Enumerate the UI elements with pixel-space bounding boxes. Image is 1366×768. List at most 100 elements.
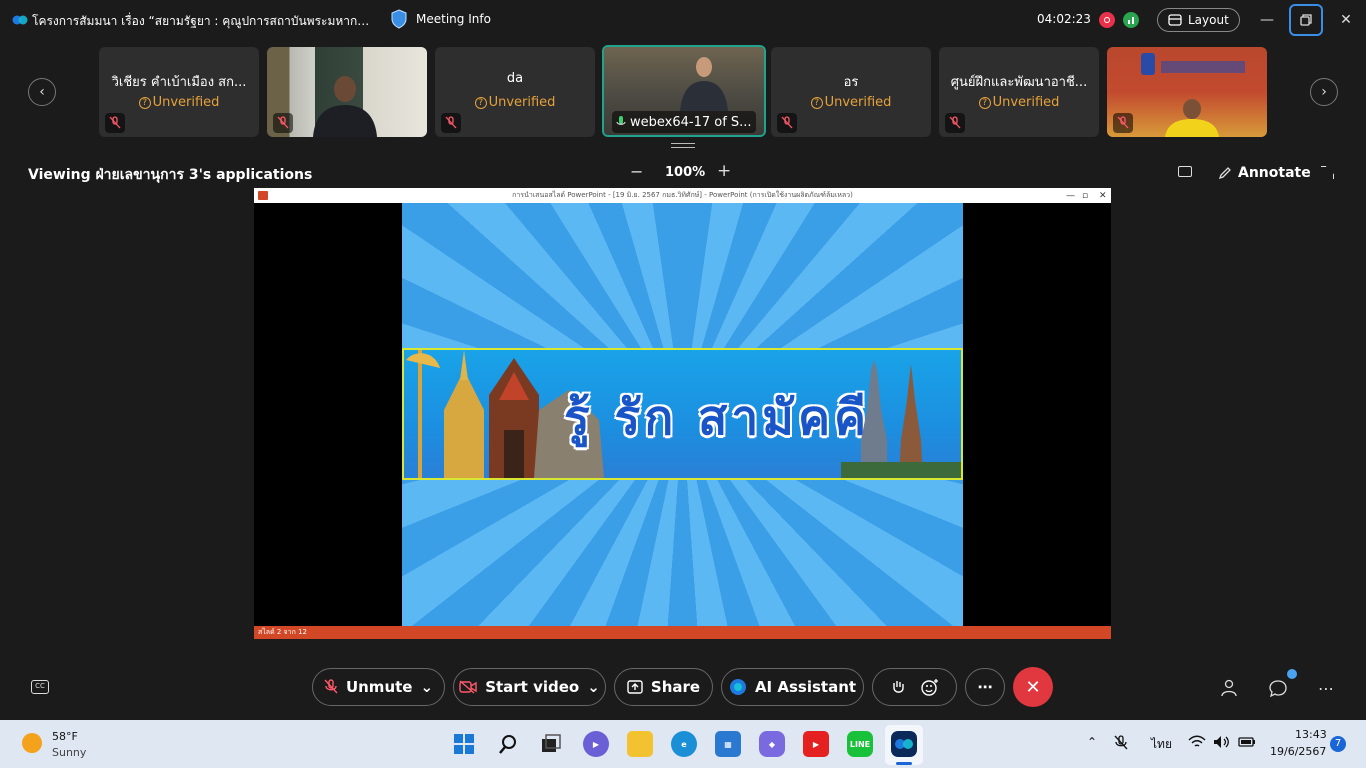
participant-video-person [1141, 53, 1245, 137]
shared-restore-icon: ▫ [1082, 191, 1089, 201]
zoom-in-button[interactable]: + [717, 161, 731, 181]
copilot-icon[interactable]: ◆ [759, 731, 785, 757]
line-app-icon[interactable]: LINE [847, 731, 873, 757]
fullscreen-icon[interactable] [1321, 166, 1334, 179]
battery-icon[interactable] [1238, 735, 1256, 752]
zoom-level: 100% [665, 165, 706, 180]
participant-video-tile[interactable] [1107, 47, 1267, 137]
active-app-indicator [896, 762, 912, 765]
title-bar: โครงการสัมมนา เรื่อง “สยามรัฐยา : คุณูปก… [0, 0, 1366, 40]
screen-options-icon[interactable] [1178, 166, 1192, 177]
webex-taskbar-icon[interactable] [891, 731, 917, 757]
participant-tile[interactable]: วิเชียร คำเบ้าเมือง สก... ? Unverified [99, 47, 259, 137]
reactions-icon[interactable] [920, 678, 939, 696]
slide-banner: รู้ รัก สามัคคี [402, 348, 963, 480]
chat-icon[interactable] [1268, 678, 1288, 698]
wifi-icon[interactable] [1188, 735, 1206, 752]
chevron-down-icon[interactable]: ⌄ [587, 678, 600, 696]
show-hidden-icons-chevron-icon[interactable]: ⌃ [1087, 735, 1097, 749]
teams-chat-icon[interactable]: ▶ [583, 731, 609, 757]
sun-icon[interactable] [22, 733, 42, 753]
participant-tile[interactable]: da ? Unverified [435, 47, 595, 137]
reactions-group [872, 668, 957, 706]
pagoda-illustration [841, 360, 961, 478]
chat-notification-dot [1287, 669, 1297, 679]
participant-tile[interactable]: อร ? Unverified [771, 47, 931, 137]
question-icon: ? [138, 96, 151, 109]
participant-name: อร [843, 75, 859, 90]
shared-minimize-icon: — [1066, 191, 1075, 201]
store-icon[interactable]: ▦ [715, 731, 741, 757]
more-options-button[interactable]: ⋯ [965, 668, 1005, 706]
mic-muted-tray-icon[interactable] [1114, 735, 1128, 754]
mic-icon [616, 116, 626, 125]
slide-status-bar: สไลด์ 2 จาก 12 [254, 626, 1111, 639]
muted-mic-icon [945, 113, 965, 133]
meeting-title: โครงการสัมมนา เรื่อง “สยามรัฐยา : คุณูปก… [32, 14, 372, 28]
minimize-button[interactable]: — [1255, 8, 1279, 32]
ai-assistant-button[interactable]: AI Assistant [721, 668, 864, 706]
closed-captions-button[interactable]: CC [31, 680, 49, 694]
start-icon[interactable] [451, 731, 477, 757]
speaker-name-overlay: webex64-17 of S... [612, 111, 756, 133]
notification-badge[interactable]: 7 [1330, 736, 1346, 752]
start-video-button[interactable]: Start video ⌄ [453, 668, 606, 706]
edge-browser-icon[interactable]: e [671, 731, 697, 757]
participant-video-tile[interactable] [267, 47, 427, 137]
task-view-icon[interactable] [538, 731, 564, 757]
viewing-label: Viewing ฝ่ายเลขานุการ 3's applications [28, 167, 313, 183]
unmute-button[interactable]: Unmute ⌄ [312, 668, 445, 706]
video-off-icon [459, 680, 477, 694]
network-health-icon[interactable] [1123, 12, 1139, 28]
end-call-button[interactable]: ✕ [1013, 667, 1053, 707]
chevron-down-icon[interactable]: ⌄ [420, 678, 433, 696]
participant-name: ศูนย์ฝึกและพัฒนาอาชี... [950, 75, 1088, 90]
annotate-button[interactable]: Annotate [1218, 165, 1311, 181]
weather-temperature[interactable]: 58°F [52, 730, 78, 743]
question-icon: ? [810, 96, 823, 109]
restore-icon [1300, 14, 1312, 26]
muted-mic-icon [105, 113, 125, 133]
next-participants-button[interactable]: › [1310, 78, 1338, 106]
verification-status: ? Unverified [99, 95, 259, 110]
resize-handle[interactable] [671, 143, 695, 148]
close-window-button[interactable]: ✕ [1334, 8, 1358, 32]
participant-video-person [313, 76, 377, 137]
active-speaker-tile[interactable]: webex64-17 of S... [602, 45, 766, 137]
share-button[interactable]: Share [614, 668, 713, 706]
zoom-out-button[interactable]: − [630, 162, 643, 181]
pen-icon [1218, 167, 1231, 180]
file-explorer-icon[interactable] [627, 731, 653, 757]
webex-logo-icon [12, 15, 28, 25]
question-icon: ? [978, 96, 991, 109]
participant-name: da [506, 71, 524, 86]
verification-status: ? Unverified [435, 95, 595, 110]
previous-participants-button[interactable]: ‹ [28, 78, 56, 106]
raise-hand-icon[interactable] [891, 679, 905, 695]
meeting-info-button[interactable]: Meeting Info [390, 9, 491, 29]
participant-tile[interactable]: ศูนย์ฝึกและพัฒนาอาชี... ? Unverified [939, 47, 1099, 137]
ai-assistant-icon [729, 679, 746, 695]
weather-condition[interactable]: Sunny [52, 746, 86, 759]
meeting-info-label: Meeting Info [416, 12, 491, 26]
clock-date[interactable]: 19/6/2567 [1270, 745, 1326, 758]
shield-icon [391, 9, 407, 29]
muted-mic-icon [324, 679, 338, 694]
meeting-timer: 04:02:23 [1037, 12, 1091, 26]
layout-button[interactable]: Layout [1157, 8, 1240, 32]
layout-icon [1168, 14, 1182, 26]
search-icon[interactable] [495, 731, 521, 757]
participant-video-person [680, 57, 728, 111]
verification-status: ? Unverified [939, 95, 1099, 110]
more-panels-icon[interactable]: ⋯ [1316, 678, 1336, 698]
clock-time[interactable]: 13:43 [1295, 728, 1327, 741]
layout-label: Layout [1188, 13, 1229, 27]
shared-screen: การนำเสนอสไลด์ PowerPoint - [19 มิ.ย. 25… [254, 188, 1111, 639]
powerpoint-icon [258, 191, 268, 200]
youtube-icon[interactable]: ▶ [803, 731, 829, 757]
recording-icon[interactable] [1099, 12, 1115, 28]
volume-icon[interactable] [1213, 735, 1231, 752]
input-language[interactable]: ไทย [1151, 735, 1172, 754]
participants-icon[interactable] [1220, 678, 1240, 698]
restore-button[interactable] [1289, 4, 1323, 36]
